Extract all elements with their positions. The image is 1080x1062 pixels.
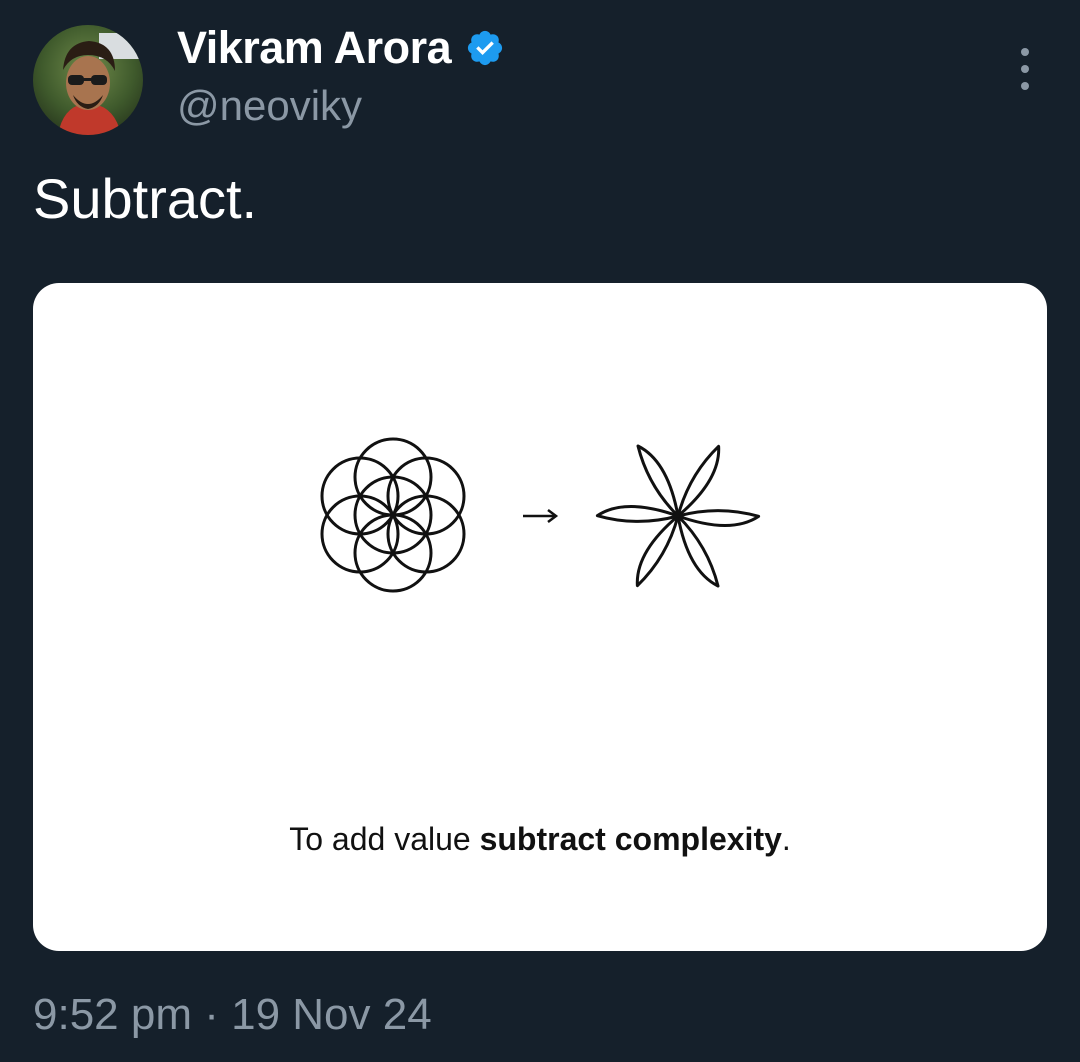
- caption-end: .: [781, 821, 791, 857]
- more-vertical-icon[interactable]: [1008, 48, 1042, 90]
- tweet: Vikram Arora @neoviky Subtract. To add v…: [0, 0, 1080, 1062]
- tweet-text: Subtract.: [33, 167, 258, 230]
- date: 19 Nov 24: [231, 990, 432, 1039]
- time: 9:52 pm: [33, 990, 192, 1039]
- display-name-row[interactable]: Vikram Arora: [177, 20, 505, 76]
- avatar[interactable]: [33, 25, 143, 135]
- separator: ·: [204, 990, 219, 1039]
- caption-regular: To add value: [289, 821, 480, 857]
- media-image[interactable]: To add value subtract complexity.: [33, 283, 1047, 951]
- timestamp[interactable]: 9:52 pm · 19 Nov 24: [33, 990, 432, 1040]
- six-petal-flower-figure: [595, 444, 761, 588]
- handle[interactable]: @neoviky: [177, 82, 362, 130]
- arrow-icon: [523, 509, 559, 523]
- seed-of-life-figure: [320, 437, 466, 593]
- verified-badge-icon: [468, 30, 503, 66]
- display-name[interactable]: Vikram Arora: [177, 22, 452, 74]
- image-caption: To add value subtract complexity.: [33, 821, 1047, 858]
- caption-bold: subtract complexity: [479, 821, 782, 857]
